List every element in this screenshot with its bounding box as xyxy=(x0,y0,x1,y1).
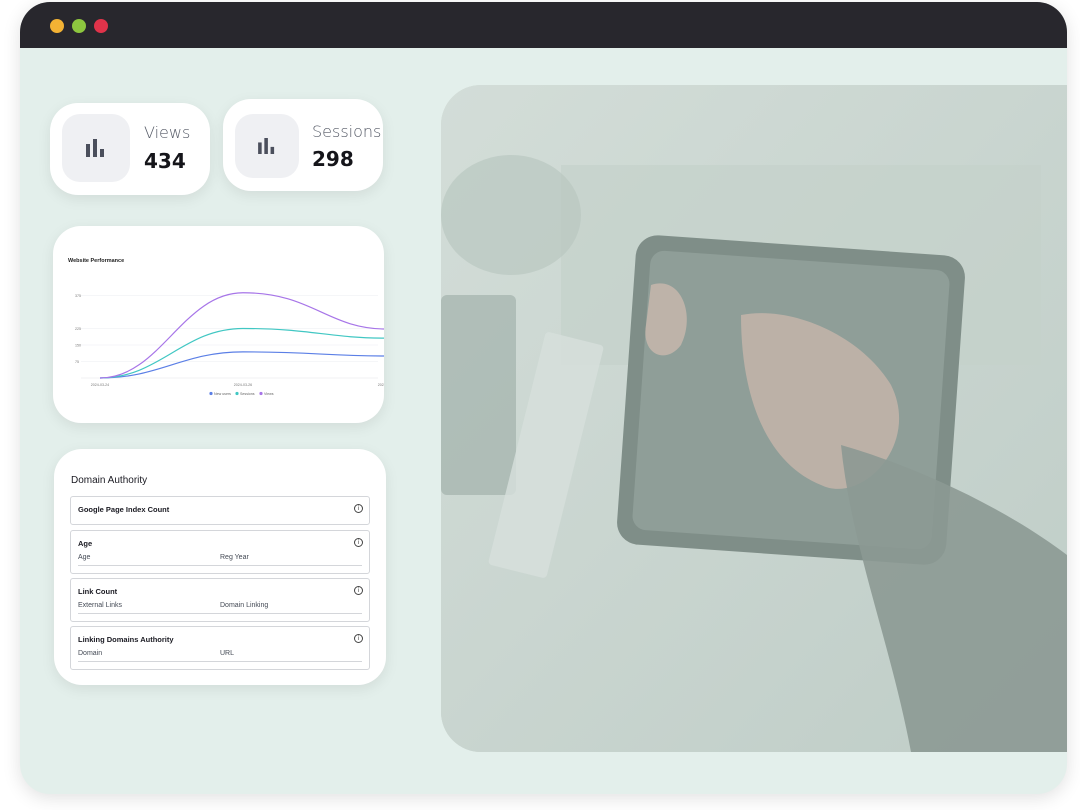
views-label: Views xyxy=(144,123,191,142)
column-label: Domain Linking xyxy=(220,602,269,609)
x-tick-label: 2024-03-24 xyxy=(378,383,384,387)
y-tick-label: 375 xyxy=(75,294,81,298)
box-heading: Linking Domains Authority xyxy=(78,635,174,644)
website-performance-card: Website Performance 375 225 150 75 2024-03-24… xyxy=(53,226,384,423)
views-card: Views 434 xyxy=(50,103,210,195)
maximize-button[interactable] xyxy=(72,19,86,33)
domain-authority-card: Domain Authority Google Page Index Count… xyxy=(54,449,386,685)
info-icon[interactable]: i xyxy=(354,634,363,643)
y-tick-label: 150 xyxy=(75,344,81,348)
x-tick-label: 2024-03-24 xyxy=(91,383,109,387)
bar-chart-icon xyxy=(62,114,130,182)
legend-marker xyxy=(209,391,213,396)
minimize-button[interactable] xyxy=(50,19,64,33)
legend-label: Sessions xyxy=(240,392,255,396)
box-heading: Link Count xyxy=(78,587,118,596)
link-count-box: Link Count i External Links Domain Linki… xyxy=(70,578,370,622)
title-bar xyxy=(20,2,1067,48)
y-tick-label: 75 xyxy=(75,360,79,364)
info-icon[interactable]: i xyxy=(354,586,363,595)
y-tick-label: 225 xyxy=(75,327,81,331)
sessions-label: Sessions xyxy=(312,122,382,141)
info-icon[interactable]: i xyxy=(354,538,363,547)
x-tick-label: 2024-03-26 xyxy=(234,383,252,387)
legend-label: New users xyxy=(214,392,231,396)
divider xyxy=(78,565,362,566)
legend-marker xyxy=(259,391,263,396)
views-value: 434 xyxy=(144,149,186,173)
legend-marker xyxy=(235,391,239,396)
website-performance-chart: Website Performance 375 225 150 75 2024-03-24… xyxy=(68,258,384,396)
sessions-value: 298 xyxy=(312,147,354,171)
series-line-new-users xyxy=(99,351,384,379)
sessions-card: Sessions 298 xyxy=(223,99,383,191)
box-heading: Google Page Index Count xyxy=(78,505,170,514)
bar-chart-icon xyxy=(235,114,299,178)
browser-window: Views 434 Sessions 298 Website Performan… xyxy=(20,2,1067,794)
hero-photo xyxy=(441,85,1067,752)
box-heading: Age xyxy=(78,539,93,548)
column-label: External Links xyxy=(78,602,122,609)
series-line-sessions xyxy=(99,327,384,379)
google-index-box: Google Page Index Count i xyxy=(70,496,370,525)
column-label: Domain xyxy=(78,650,103,657)
age-box: Age i Age Reg Year xyxy=(70,530,370,574)
column-label: Reg Year xyxy=(220,554,249,561)
column-label: Age xyxy=(78,554,91,561)
legend-label: Views xyxy=(264,392,274,396)
close-button[interactable] xyxy=(94,19,108,33)
divider xyxy=(78,613,362,614)
chart-title: Website Performance xyxy=(68,258,124,264)
divider xyxy=(78,661,362,662)
domain-authority-title: Domain Authority xyxy=(71,475,148,486)
column-label: URL xyxy=(220,650,235,657)
linking-domains-box: Linking Domains Authority i Domain URL xyxy=(70,626,370,670)
info-icon[interactable]: i xyxy=(354,504,363,513)
